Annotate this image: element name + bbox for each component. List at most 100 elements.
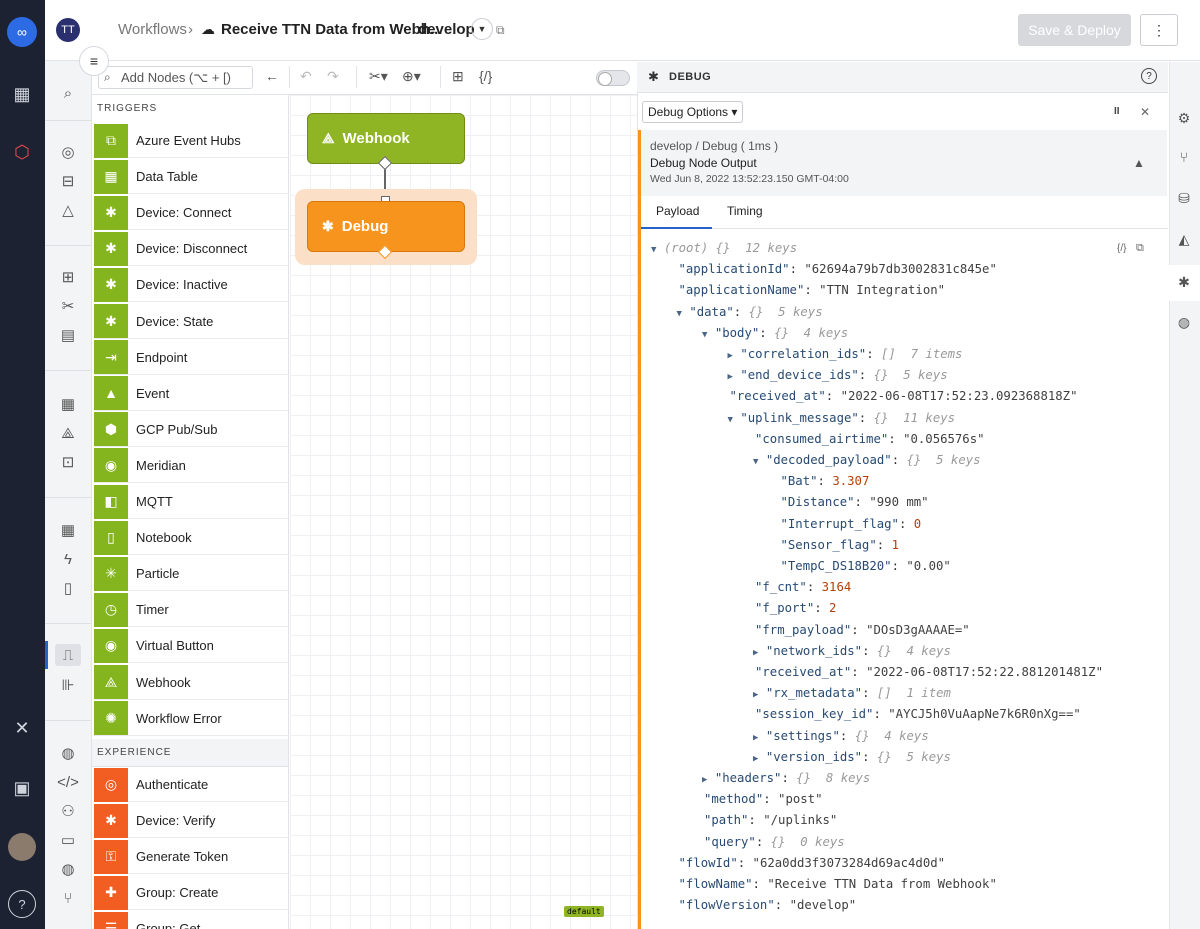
- overview-icon[interactable]: ◎: [55, 141, 81, 163]
- payload-line[interactable]: ▶ "rx_metadata": [] 1 item: [753, 686, 951, 700]
- payload-line[interactable]: ▼ "body": {} 4 keys: [702, 326, 848, 340]
- expand-right-icon[interactable]: ▶: [753, 754, 758, 764]
- search-icon[interactable]: ⌕: [55, 82, 81, 104]
- webhooks-icon[interactable]: ⟁: [55, 422, 81, 444]
- palette-node-mqtt[interactable]: ◧ MQTT: [94, 484, 288, 519]
- palette-node-device-disconnect[interactable]: ✱ Device: Disconnect: [94, 231, 288, 267]
- palette-node-group-get[interactable]: ☰ Group: Get: [94, 911, 288, 929]
- help-icon[interactable]: ?: [1141, 68, 1157, 84]
- palette-node-device-verify[interactable]: ✱ Device: Verify: [94, 803, 288, 839]
- palette-node-azure-event-hubs[interactable]: ⧉ Azure Event Hubs: [94, 123, 288, 158]
- palette-node-device-state[interactable]: ✱ Device: State: [94, 304, 288, 339]
- branch-icon[interactable]: ⑂: [55, 887, 81, 909]
- code-icon[interactable]: </>: [55, 771, 81, 793]
- pause-icon[interactable]: II: [1114, 106, 1120, 117]
- close-icon[interactable]: ✕: [1140, 105, 1150, 119]
- debug-options-dropdown[interactable]: Debug Options ▾: [642, 101, 743, 123]
- palette-node-device-connect[interactable]: ✱ Device: Connect: [94, 195, 288, 231]
- zoom-icon[interactable]: ⊕▾: [402, 68, 421, 85]
- palette-node-webhook[interactable]: ⟁ Webhook: [94, 665, 288, 700]
- theme-icon[interactable]: ◍: [55, 742, 81, 764]
- notebook-icon[interactable]: ▯: [55, 577, 81, 599]
- toolbox-icon[interactable]: ⊟: [55, 170, 81, 192]
- palette-node-generate-token[interactable]: ⚿ Generate Token: [94, 839, 288, 875]
- integrations-icon[interactable]: ✕: [8, 714, 36, 742]
- palette-node-endpoint[interactable]: ⇥ Endpoint: [94, 340, 288, 375]
- alert-icon[interactable]: △: [55, 199, 81, 221]
- help-icon[interactable]: ?: [8, 890, 36, 918]
- expand-right-icon[interactable]: ▶: [702, 775, 707, 785]
- palette-node-virtual-button[interactable]: ◉ Virtual Button: [94, 628, 288, 664]
- settings-sliders-icon[interactable]: ⊪: [55, 674, 81, 696]
- expand-down-icon[interactable]: ▼: [702, 330, 707, 340]
- workflows-icon[interactable]: ⎍: [55, 644, 81, 666]
- recipe-icon[interactable]: ✂: [55, 295, 81, 317]
- expand-down-icon[interactable]: ▼: [651, 245, 656, 255]
- payload-line[interactable]: ▼ "uplink_message": {} 11 keys: [728, 411, 956, 425]
- payload-line[interactable]: ▶ "correlation_ids": [] 7 items: [728, 347, 963, 361]
- palette-node-event[interactable]: ▲ Event: [94, 376, 288, 411]
- users-icon[interactable]: ⚇: [55, 800, 81, 822]
- expand-right-icon[interactable]: ▶: [753, 648, 758, 658]
- expand-right-icon[interactable]: ▶: [753, 690, 758, 700]
- applications-icon[interactable]: ⬡: [8, 138, 36, 166]
- palette-node-group-create[interactable]: ✚ Group: Create: [94, 875, 288, 911]
- payload-line[interactable]: ▼ "decoded_payload": {} 5 keys: [753, 453, 981, 467]
- palette-node-particle[interactable]: ✳ Particle: [94, 556, 288, 592]
- json-view-icon[interactable]: {/}: [1117, 243, 1126, 254]
- data-tables-icon[interactable]: ▦: [55, 393, 81, 415]
- palette-node-data-table[interactable]: ▦ Data Table: [94, 159, 288, 195]
- add-nodes-search-input[interactable]: Add Nodes (⌥ + [): [98, 66, 253, 89]
- flash-icon[interactable]: ϟ: [55, 548, 81, 570]
- expand-right-icon[interactable]: ▶: [728, 351, 733, 361]
- palette-node-notebook[interactable]: ▯ Notebook: [94, 520, 288, 556]
- user-avatar[interactable]: [8, 833, 36, 861]
- palette-node-workflow-error[interactable]: ✺ Workflow Error: [94, 701, 288, 736]
- copy-icon[interactable]: ⧉: [496, 23, 505, 38]
- debug-toggle[interactable]: [596, 70, 630, 86]
- stats-icon[interactable]: ◭: [1174, 229, 1194, 249]
- keys-icon[interactable]: ▤: [55, 324, 81, 346]
- org-avatar[interactable]: TT: [56, 18, 80, 42]
- settings-icon[interactable]: ⚙: [1174, 108, 1194, 128]
- save-deploy-button[interactable]: Save & Deploy: [1018, 14, 1131, 46]
- collapse-icon[interactable]: ▲: [1133, 156, 1145, 170]
- folder-icon[interactable]: ▭: [55, 829, 81, 851]
- payload-line[interactable]: ▶ "settings": {} 4 keys: [753, 729, 929, 743]
- palette-node-gcp-pub-sub[interactable]: ⬢ GCP Pub/Sub: [94, 412, 288, 447]
- dashboards-icon[interactable]: ▦: [8, 80, 36, 108]
- more-options-button[interactable]: ⋮: [1140, 14, 1178, 46]
- expand-down-icon[interactable]: ▼: [677, 309, 682, 319]
- redo-icon[interactable]: ↷: [327, 68, 339, 85]
- undo-icon[interactable]: ↶: [300, 68, 312, 85]
- expand-right-icon[interactable]: ▶: [753, 733, 758, 743]
- globe-icon[interactable]: ◍: [1174, 312, 1194, 332]
- json-icon[interactable]: {/}: [479, 68, 492, 84]
- globe-icon[interactable]: ◍: [55, 858, 81, 880]
- breadcrumb-workflows[interactable]: Workflows: [118, 21, 187, 38]
- payload-line[interactable]: ▼ (root) {} 12 keys: [651, 241, 797, 255]
- cut-icon[interactable]: ✂▾: [369, 68, 388, 85]
- copy-icon[interactable]: ⧉: [1136, 242, 1144, 255]
- expand-down-icon[interactable]: ▼: [753, 457, 758, 467]
- add-comment-icon[interactable]: ⊞: [452, 68, 464, 85]
- payload-line[interactable]: ▶ "version_ids": {} 5 keys: [753, 750, 951, 764]
- chip-icon[interactable]: ⊞: [55, 266, 81, 288]
- logo-icon[interactable]: ∞: [7, 17, 37, 47]
- devices-icon[interactable]: ▣: [8, 774, 36, 802]
- version-branch-icon[interactable]: ⑂: [1174, 147, 1194, 167]
- palette-node-authenticate[interactable]: ◎ Authenticate: [94, 767, 288, 802]
- tab-timing[interactable]: Timing: [727, 204, 763, 218]
- expand-down-icon[interactable]: ▼: [728, 415, 733, 425]
- version-dropdown-icon[interactable]: ▼: [471, 18, 493, 40]
- payload-line[interactable]: ▶ "headers": {} 8 keys: [702, 771, 870, 785]
- palette-node-device-inactive[interactable]: ✱ Device: Inactive: [94, 267, 288, 303]
- payload-line[interactable]: ▼ "data": {} 5 keys: [677, 305, 823, 319]
- debug-bug-icon[interactable]: ✱: [1174, 272, 1194, 292]
- storage-icon[interactable]: ⛁: [1174, 188, 1194, 208]
- tab-payload[interactable]: Payload: [656, 204, 699, 218]
- payload-line[interactable]: ▶ "end_device_ids": {} 5 keys: [728, 368, 948, 382]
- palette-node-timer[interactable]: ◷ Timer: [94, 592, 288, 628]
- payload-line[interactable]: ▶ "network_ids": {} 4 keys: [753, 644, 951, 658]
- expand-right-icon[interactable]: ▶: [728, 372, 733, 382]
